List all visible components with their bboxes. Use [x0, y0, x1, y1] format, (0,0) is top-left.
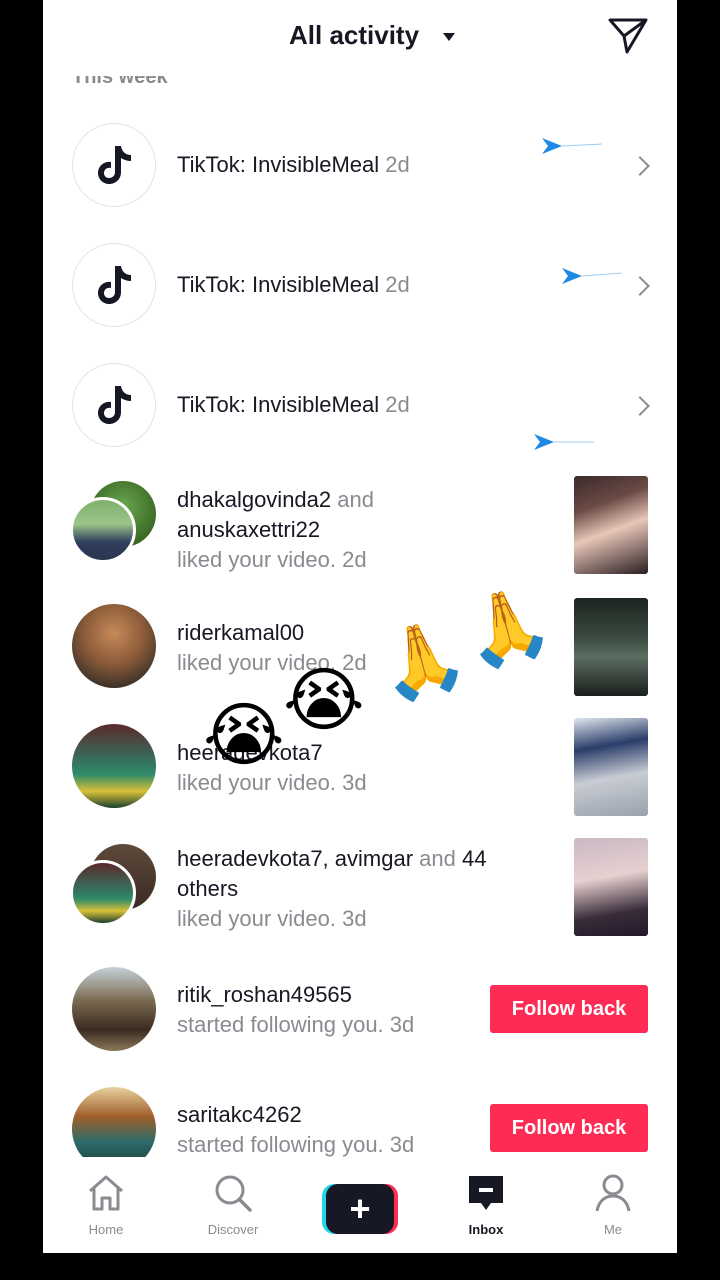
chevron-right-icon[interactable] [630, 276, 650, 296]
timestamp: 3d [389, 1132, 415, 1157]
activity-filter-title[interactable]: All activity [289, 20, 419, 51]
tiktok-icon [98, 266, 131, 304]
video-thumbnail[interactable] [574, 476, 648, 574]
tiktok-icon [98, 146, 131, 184]
username[interactable]: ritik_roshan49565 [177, 982, 352, 1007]
avatar[interactable] [70, 860, 136, 926]
tiktok-logo-avatar [72, 243, 156, 327]
paper-plane-sticker [542, 138, 602, 154]
action-text: started following you. [177, 1012, 384, 1037]
avatar[interactable] [72, 604, 156, 688]
header: All activity [43, 0, 677, 76]
tab-label: Me [603, 1222, 623, 1237]
action-text: started following you. [177, 1132, 384, 1157]
action-text: liked your video. [177, 906, 336, 931]
notification-text: TikTok: InvisibleMeal 2d [177, 272, 410, 298]
inbox-icon [469, 1176, 503, 1210]
activity-screen: All activity This week TikTok: Invisible… [43, 0, 677, 1253]
avatar[interactable] [70, 497, 136, 563]
timestamp: 3d [342, 906, 367, 931]
tab-label: Discover [207, 1222, 259, 1237]
joiner-text: and [337, 487, 374, 512]
tab-label: Home [88, 1222, 124, 1237]
notification-text: heeradevkota7, avimgar and 44 others lik… [177, 844, 486, 934]
username[interactable]: dhakalgovinda2 [177, 487, 331, 512]
username[interactable]: saritakc4262 [177, 1102, 302, 1127]
avatar[interactable] [72, 724, 156, 808]
video-thumbnail[interactable] [574, 718, 648, 816]
list-item[interactable]: dhakalgovinda2 and anuskaxettri22 liked … [43, 476, 677, 577]
avatar[interactable] [72, 967, 156, 1051]
others-link[interactable]: others [177, 876, 238, 901]
timestamp: 2d [342, 547, 367, 572]
crying-emoji-sticker: 😭 [283, 661, 365, 739]
send-message-icon[interactable] [607, 16, 649, 56]
tiktok-logo-avatar [72, 123, 156, 207]
tiktok-logo-avatar [72, 363, 156, 447]
sender-name: TikTok: [177, 152, 246, 177]
action-text: liked your video. [177, 547, 336, 572]
chevron-right-icon[interactable] [630, 396, 650, 416]
crying-emoji-sticker: 😭 [203, 696, 285, 774]
home-icon [89, 1175, 123, 1211]
others-count: 44 [462, 846, 487, 871]
list-item[interactable]: ritik_roshan49565 started following you.… [43, 966, 677, 1052]
notification-text: ritik_roshan49565 started following you.… [177, 980, 414, 1040]
plus-icon: + [326, 1184, 394, 1234]
follow-back-button[interactable]: Follow back [490, 985, 648, 1033]
username[interactable]: anuskaxettri22 [177, 517, 320, 542]
create-video-button[interactable]: + [322, 1184, 398, 1234]
timestamp: 2d [385, 392, 410, 417]
tiktok-icon [98, 386, 131, 424]
timestamp: 2d [385, 152, 410, 177]
paper-plane-sticker [534, 434, 594, 450]
notification-text: TikTok: InvisibleMeal 2d [177, 152, 410, 178]
video-thumbnail[interactable] [574, 838, 648, 936]
caret-down-icon[interactable] [443, 33, 455, 41]
notification-text: TikTok: InvisibleMeal 2d [177, 392, 410, 418]
username[interactable]: riderkamal00 [177, 620, 304, 645]
tab-discover[interactable]: Discover [188, 1173, 278, 1237]
bottom-tab-bar: Home Discover + Inbox Me [43, 1157, 677, 1253]
timestamp: 2d [385, 272, 410, 297]
tab-home[interactable]: Home [61, 1173, 151, 1237]
sender-name: TikTok: [177, 392, 246, 417]
search-icon [215, 1175, 252, 1212]
chevron-right-icon[interactable] [630, 156, 650, 176]
joiner-text: and [419, 846, 456, 871]
message-text: InvisibleMeal [251, 152, 380, 177]
timestamp: 3d [389, 1012, 415, 1037]
sender-name: TikTok: [177, 272, 246, 297]
paper-plane-sticker [562, 268, 622, 284]
tab-inbox[interactable]: Inbox [441, 1173, 531, 1237]
profile-icon [595, 1174, 631, 1212]
message-text: InvisibleMeal [251, 392, 380, 417]
notification-text: saritakc4262 started following you. 3d [177, 1100, 414, 1160]
list-item[interactable]: heeradevkota7, avimgar and 44 others lik… [43, 838, 677, 938]
notification-text: dhakalgovinda2 and anuskaxettri22 liked … [177, 485, 374, 575]
username[interactable]: heeradevkota7, avimgar [177, 846, 413, 871]
timestamp: 3d [342, 770, 367, 795]
tab-label: Inbox [468, 1222, 504, 1237]
follow-back-button[interactable]: Follow back [490, 1104, 648, 1152]
tab-me[interactable]: Me [568, 1173, 658, 1237]
message-text: InvisibleMeal [251, 272, 380, 297]
video-thumbnail[interactable] [574, 598, 648, 696]
